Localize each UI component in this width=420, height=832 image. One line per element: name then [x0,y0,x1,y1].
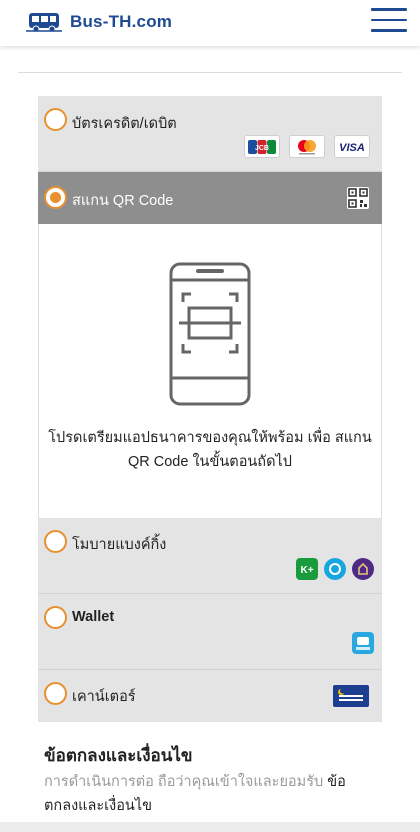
site-header: Bus-TH.com [0,0,420,46]
radio-qr[interactable] [44,186,67,209]
option-label-mobile-banking: โมบายแบงค์กิ้ง [72,537,167,553]
scb-logo-icon [352,558,374,580]
terms-body: การดำเนินการต่อ ถือว่าคุณเข้าใจและยอมรับ [44,774,328,790]
mastercard-logo-icon [289,135,325,158]
section-divider [18,72,402,73]
radio-mobile-banking[interactable] [44,530,67,553]
site-name: Bus-TH.com [70,12,173,31]
payment-option-counter[interactable]: เคาน์เตอร์ [38,670,382,722]
phone-scan-icon [169,262,251,406]
radio-wallet[interactable] [44,606,67,629]
bus-logo-icon [26,13,62,33]
qr-instruction-text: โปรดเตรียมแอปธนาคารของคุณให้พร้อม เพื่อ … [48,430,372,470]
bottom-bar [0,822,420,832]
option-label-counter: เคาน์เตอร์ [72,689,136,705]
terms-title: ข้อตกลงและเงื่อนไข [44,746,193,765]
kplus-logo-icon: K+ [296,558,318,580]
radio-card[interactable] [44,108,67,131]
card-logos: JCB VISA [244,135,370,158]
payment-method-list: บัตรเครดิต/เดบิต JCB VISA สแกน QR Code โ… [38,96,382,722]
payment-option-mobile-banking[interactable]: โมบายแบงค์กิ้ง K+ [38,518,382,594]
radio-counter[interactable] [44,682,67,705]
svg-text:JCB: JCB [255,145,269,152]
bank-logos: K+ [296,558,374,580]
payment-option-card[interactable]: บัตรเครดิต/เดบิต JCB VISA [38,96,382,172]
paotang-logo-icon [352,632,374,654]
krungthai-logo-icon [324,558,346,580]
hamburger-menu-icon [371,8,407,11]
svg-text:K+: K+ [300,565,313,576]
terms-text: การดำเนินการต่อ ถือว่าคุณเข้าใจและยอมรับ… [44,770,364,818]
site-logo[interactable]: Bus-TH.com [26,10,172,34]
option-label-wallet: Wallet [72,609,115,625]
qr-instructions-panel: โปรดเตรียมแอปธนาคารของคุณให้พร้อม เพื่อ … [38,224,382,518]
qr-code-icon [347,187,369,209]
jcb-logo-icon: JCB [244,135,280,158]
menu-line [371,18,407,21]
menu-line [371,29,407,32]
payment-option-qr[interactable]: สแกน QR Code [38,172,382,224]
option-label-qr: สแกน QR Code [72,193,174,209]
counter-service-logo-icon [333,685,369,707]
option-label-card: บัตรเครดิต/เดบิต [72,116,177,132]
visa-logo-icon: VISA [334,135,370,158]
payment-option-wallet[interactable]: Wallet [38,594,382,670]
svg-text:VISA: VISA [339,142,365,154]
hamburger-menu-button[interactable] [371,8,407,36]
